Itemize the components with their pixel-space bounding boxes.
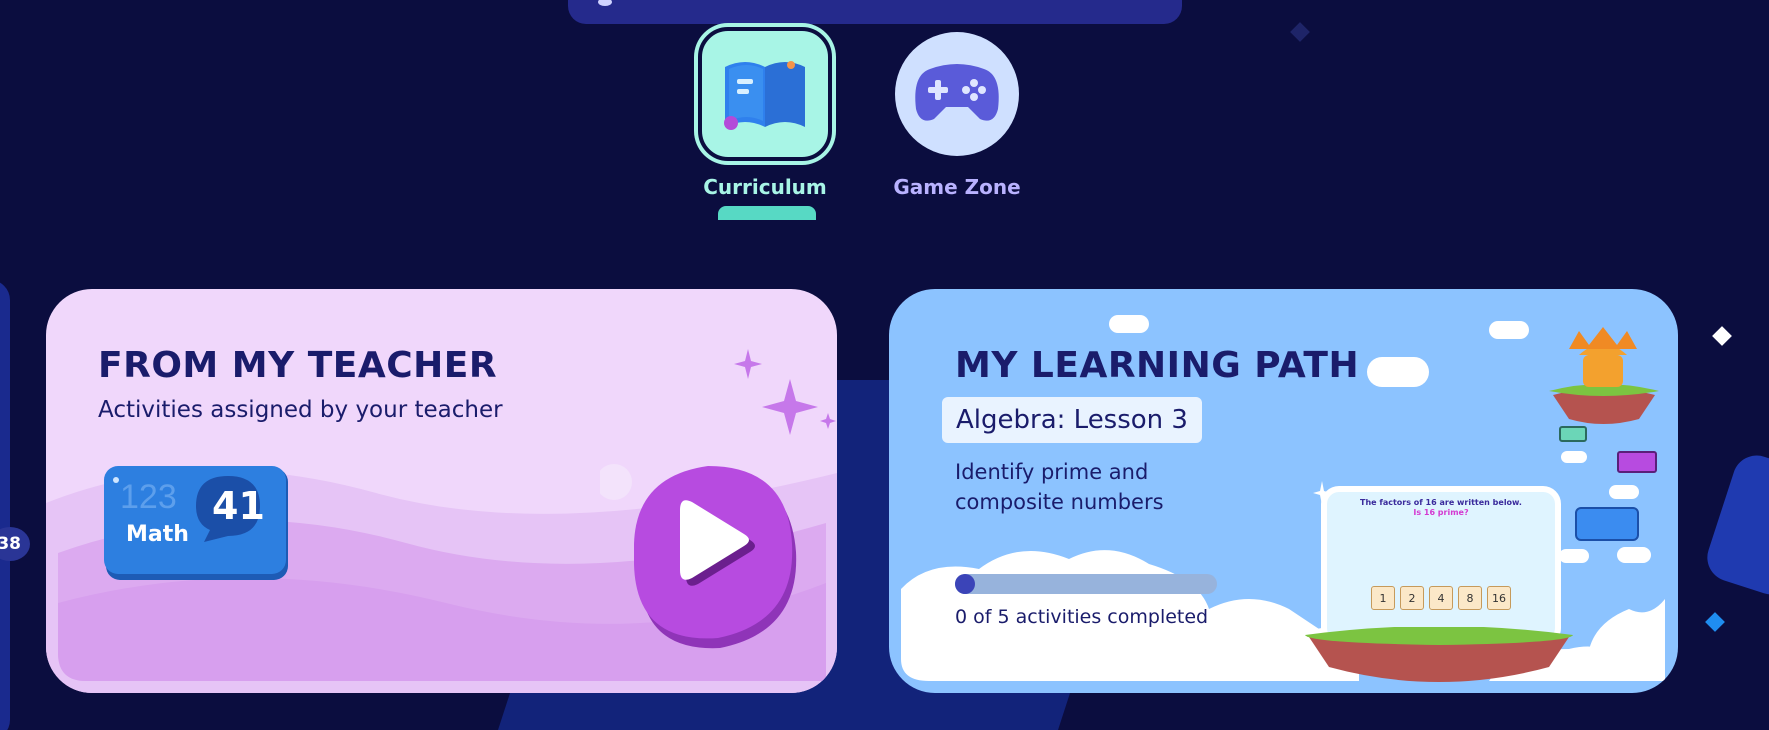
floating-block [1617, 451, 1657, 473]
card-subtitle: Activities assigned by your teacher [98, 397, 503, 423]
my-learning-path-card[interactable]: MY LEARNING PATH Algebra: Lesson 3 Ident… [889, 289, 1678, 693]
play-button[interactable] [596, 452, 810, 662]
cloud-decor [1609, 485, 1639, 499]
floating-block [1559, 426, 1587, 442]
tab-label: Curriculum [703, 175, 827, 199]
cloud-decor [1489, 321, 1529, 339]
number-tile: 2 [1400, 586, 1424, 610]
lesson-description: Identify prime and composite numbers [955, 460, 1164, 514]
svg-text:123: 123 [120, 478, 177, 516]
number-tile: 1 [1371, 586, 1395, 610]
tab-game-zone[interactable]: Game Zone [890, 27, 1024, 199]
math-assignment-badge[interactable]: 123 41 Math [104, 466, 290, 584]
number-tile: 16 [1487, 586, 1511, 610]
progress-fill [955, 574, 975, 594]
tab-curriculum[interactable]: Curriculum [698, 27, 832, 199]
lesson-preview: The factors of 16 are written below. Is … [1321, 486, 1561, 646]
right-panel-edge [1701, 449, 1769, 601]
sparkle-icon [734, 349, 836, 435]
floating-block [1575, 507, 1639, 541]
progress-text: 0 of 5 activities completed [955, 606, 1209, 628]
card-title: MY LEARNING PATH [955, 345, 1360, 386]
lesson-title: Algebra: Lesson 3 [942, 397, 1202, 443]
diamond-decor [1712, 326, 1732, 346]
island-decor [1305, 627, 1573, 682]
cloud-decor [1109, 315, 1149, 333]
cloud-decor [1617, 547, 1651, 563]
tab-label: Game Zone [893, 175, 1021, 199]
top-search-bar[interactable] [568, 0, 1182, 24]
diamond-decor [1705, 612, 1725, 632]
book-icon [698, 27, 832, 161]
math-count: 41 [212, 484, 265, 528]
from-my-teacher-card[interactable]: FROM MY TEACHER Activities assigned by y… [46, 289, 837, 693]
diamond-decor [1290, 22, 1310, 42]
card-title: FROM MY TEACHER [98, 345, 498, 386]
gamepad-icon [895, 32, 1019, 156]
cloud-decor [1559, 549, 1589, 563]
treasure-island-decor [1549, 327, 1659, 424]
left-panel-edge [0, 280, 10, 730]
preview-question: The factors of 16 are written below. Is … [1360, 498, 1522, 517]
progress-bar [955, 574, 1217, 594]
number-tile: 8 [1458, 586, 1482, 610]
active-tab-indicator [718, 206, 816, 220]
number-tiles: 1 2 4 8 16 [1371, 586, 1511, 610]
cloud-decor [1561, 451, 1587, 463]
number-tile: 4 [1429, 586, 1453, 610]
side-badge[interactable]: 38 [0, 527, 30, 561]
math-label: Math [126, 522, 189, 547]
cloud-decor [1367, 357, 1429, 387]
